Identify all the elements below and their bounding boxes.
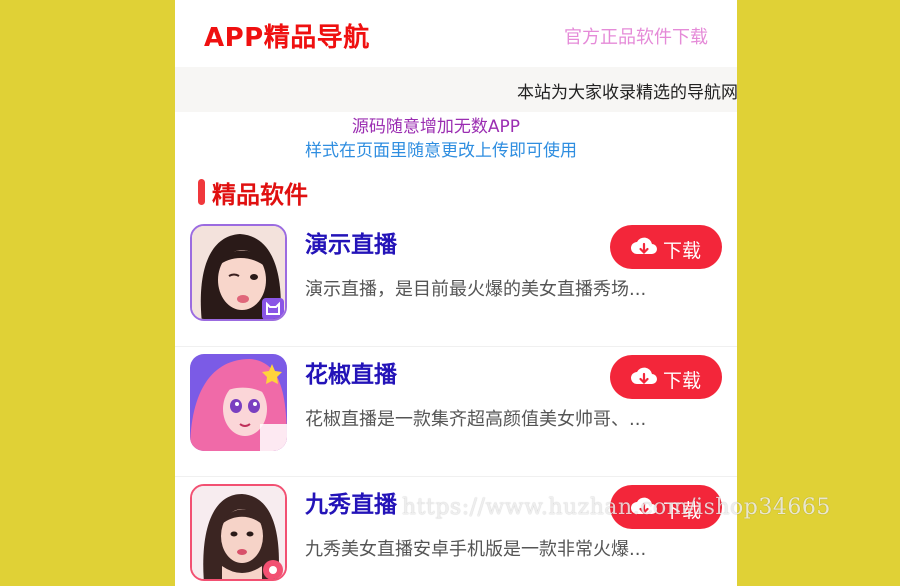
cloud-download-icon xyxy=(631,367,657,385)
app-description: 花椒直播是一款集齐超高颜值美女帅哥、... xyxy=(305,409,647,430)
section-title: 精品软件 xyxy=(212,181,308,209)
cartoon-girl-pink-hair-icon[interactable] xyxy=(190,354,287,451)
download-label: 下载 xyxy=(663,240,702,262)
download-button[interactable]: 下载 xyxy=(610,355,722,399)
app-name[interactable]: 花椒直播 xyxy=(305,355,397,389)
notice-line-1: 源码随意增加无数APP xyxy=(351,117,521,137)
download-button[interactable]: 下载 xyxy=(610,225,722,269)
avatar-girl-wink-icon[interactable] xyxy=(190,224,287,321)
site-logo[interactable]: APP精品导航 xyxy=(204,17,370,54)
app-name[interactable]: 九秀直播 xyxy=(305,485,397,519)
app-description: 九秀美女直播安卓手机版是一款非常火爆... xyxy=(305,539,647,560)
list-item[interactable]: 九秀直播 九秀美女直播安卓手机版是一款非常火爆... 下载 xyxy=(175,477,737,586)
download-label: 下载 xyxy=(663,370,702,392)
marquee-text: 本站为大家收录精选的导航网 xyxy=(517,83,737,103)
notice-line-2: 样式在页面里随意更改上传即可使用 xyxy=(305,141,577,161)
app-list: 演示直播 演示直播，是目前最火爆的美女直播秀场... 下载 花椒直播 花椒直播是… xyxy=(175,217,737,586)
list-item[interactable]: 演示直播 演示直播，是目前最火爆的美女直播秀场... 下载 xyxy=(175,217,737,347)
watermark-text: https://www.huzhan.com/ishop34665 xyxy=(402,495,831,520)
section-header: 精品软件 xyxy=(175,173,737,217)
list-item[interactable]: 花椒直播 花椒直播是一款集齐超高颜值美女帅哥、... 下载 xyxy=(175,347,737,477)
announcement-marquee: 本站为大家收录精选的导航网 xyxy=(175,67,737,112)
avatar-woman-icon[interactable] xyxy=(190,484,287,581)
app-description: 演示直播，是目前最火爆的美女直播秀场... xyxy=(305,279,647,300)
notice-block: 源码随意增加无数APP 样式在页面里随意更改上传即可使用 xyxy=(175,112,737,169)
app-name[interactable]: 演示直播 xyxy=(305,225,397,259)
official-download-link[interactable]: 官方正品软件下载 xyxy=(564,23,708,49)
cloud-download-icon xyxy=(631,237,657,255)
section-accent-bar xyxy=(198,179,205,205)
header: APP精品导航 官方正品软件下载 xyxy=(175,0,737,67)
